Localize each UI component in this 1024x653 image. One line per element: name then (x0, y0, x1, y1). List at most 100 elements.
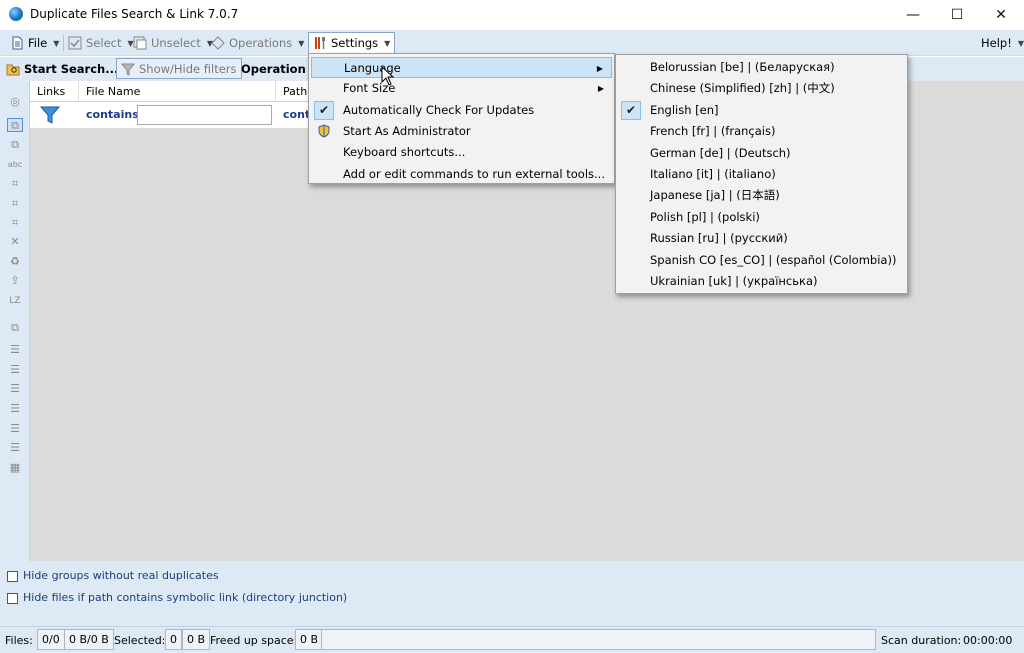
language-item-label: Italiano [it] | (italiano) (650, 167, 776, 181)
file-menu[interactable]: File ▼ (10, 34, 59, 52)
settings-item-label: Add or edit commands to run external too… (343, 166, 605, 181)
show-hide-filters-button[interactable]: Show/Hide filters (116, 58, 242, 79)
column-icon[interactable]: ☰ (7, 402, 23, 416)
settings-menu[interactable]: Settings ▼ (308, 32, 396, 54)
column-icon[interactable]: ☰ (7, 441, 23, 455)
operations-menu-label: Operations (229, 36, 293, 50)
file-icon (12, 36, 23, 50)
settings-item-automatically-check-for-updates[interactable]: ✔ Automatically Check For Updates (311, 100, 612, 121)
language-item-label: Russian [ru] | (русский) (650, 231, 788, 246)
chevron-down-icon: ▼ (53, 38, 60, 48)
freed-space-value: 0 B (295, 629, 324, 650)
column-icon[interactable]: ☰ (7, 382, 23, 396)
language-item-french[interactable]: French [fr] | (français) (618, 121, 905, 142)
hide-symlink-label[interactable]: Hide files if path contains symbolic lin… (23, 591, 347, 604)
language-item-spanish-co[interactable]: Spanish CO [es_CO] | (español (Colombia)… (618, 250, 905, 271)
submenu-arrow-icon: ▶ (597, 84, 604, 94)
settings-tools-icon (315, 37, 325, 49)
chevron-down-icon: ▼ (1017, 38, 1024, 48)
scan-duration-value: 00:00:00 (963, 634, 1013, 647)
column-header-links[interactable]: Links (30, 81, 79, 102)
freed-space-label: Freed up space: (210, 634, 298, 647)
hide-groups-checkbox[interactable] (7, 571, 18, 582)
copy-dropdown-icon[interactable]: ⧉ (7, 321, 23, 335)
mouse-cursor-icon (381, 66, 395, 86)
copy-icon[interactable]: ⧉ (7, 138, 23, 152)
globe-app-icon (9, 7, 23, 21)
language-item-polish[interactable]: Polish [pl] | (polski) (618, 207, 905, 228)
language-item-italiano[interactable]: Italiano [it] | (italiano) (618, 164, 905, 185)
language-item-english[interactable]: ✔ English [en] (618, 100, 905, 121)
language-item-chinese-simplified[interactable]: Chinese (Simplified) [zh] | (中文) (618, 78, 905, 99)
duplicate-group-icon[interactable]: ⧉ (7, 118, 23, 132)
settings-item-keyboard-shortcuts[interactable]: Keyboard shortcuts... (311, 142, 612, 163)
language-item-label: French [fr] | (français) (650, 124, 776, 139)
eye-icon[interactable]: ◎ (7, 95, 23, 109)
hide-symlink-checkbox[interactable] (7, 593, 18, 604)
path-filter-contains-label: cont (283, 108, 311, 121)
left-tool-strip: ◎ ⧉ ⧉ abc ⌗ ⌗ ⌗ ✕ ♻ ⇪ LZ ⧉ ☰ ☰ ☰ ☰ ☰ ☰ ▦ (0, 81, 30, 561)
minimize-button[interactable]: — (890, 0, 936, 30)
settings-item-add-or-edit-commands-to-run-external-tools[interactable]: Add or edit commands to run external too… (311, 164, 612, 185)
submenu-arrow-icon: ▶ (596, 64, 603, 73)
export-icon[interactable]: ⇪ (7, 274, 23, 288)
status-bar: Files: 0/0 0 B/0 B Selected: 0 0 B Freed… (0, 626, 1024, 653)
close-button[interactable]: ✕ (978, 0, 1024, 30)
language-item-russian[interactable]: Russian [ru] | (русский) (618, 228, 905, 249)
files-size: 0 B/0 B (64, 629, 114, 650)
language-submenu: Belorussian [be] | (Беларуская) Chinese (… (615, 54, 908, 294)
folder-search-icon (6, 64, 20, 76)
lz-label[interactable]: LZ (7, 294, 23, 308)
settings-item-label: Start As Administrator (343, 123, 471, 138)
menu-separator (63, 35, 64, 51)
unselect-icon (133, 36, 147, 50)
language-item-label: Spanish CO [es_CO] | (español (Colombia)… (650, 252, 897, 267)
language-item-belorussian[interactable]: Belorussian [be] | (Беларуская) (618, 57, 905, 78)
recycle-icon[interactable]: ♻ (7, 255, 23, 269)
settings-item-label: Keyboard shortcuts... (343, 145, 466, 160)
settings-item-language[interactable]: Language ▶ (311, 57, 612, 78)
check-icon: ✔ (314, 100, 334, 120)
column-icon[interactable]: ☰ (7, 422, 23, 436)
select-menu-label: Select (86, 36, 122, 50)
language-item-japanese[interactable]: Japanese [ja] | (日本語) (618, 185, 905, 206)
language-item-ukrainian[interactable]: Ukrainian [uk] | (українська) (618, 271, 905, 292)
column-header-file-name[interactable]: File Name (79, 81, 276, 102)
tree-icon[interactable]: ⌗ (7, 177, 23, 191)
maximize-button[interactable]: ☐ (934, 0, 980, 30)
delete-x-icon[interactable]: ✕ (7, 235, 23, 249)
window-title: Duplicate Files Search & Link 7.0.7 (30, 7, 239, 21)
language-item-label: Chinese (Simplified) [zh] | (中文) (650, 81, 835, 96)
grid-header: Links File Name Path (30, 81, 320, 102)
files-label: Files: (5, 634, 33, 647)
unselect-menu[interactable]: Unselect ▼ (133, 34, 213, 52)
selected-label: Selected: (114, 634, 166, 647)
file-name-filter-input[interactable] (137, 105, 272, 125)
operations-menu[interactable]: Operations ▼ (211, 34, 304, 52)
tree-icon[interactable]: ⌗ (7, 197, 23, 211)
settings-item-start-as-administrator[interactable]: Start As Administrator (311, 121, 612, 142)
start-search-button[interactable]: Start Search... (6, 60, 118, 78)
options-panel: Hide groups without real duplicates Hide… (0, 561, 1024, 626)
grid-icon[interactable]: ▦ (7, 461, 23, 475)
help-menu[interactable]: Help! ▼ (981, 34, 1024, 52)
status-spacer (321, 629, 876, 650)
language-item-german[interactable]: German [de] | (Deutsch) (618, 143, 905, 164)
chevron-down-icon: ▼ (384, 38, 391, 48)
column-icon[interactable]: ☰ (7, 343, 23, 357)
funnel-icon (40, 106, 60, 124)
help-menu-label: Help! (981, 36, 1012, 50)
abc-icon[interactable]: abc (7, 158, 23, 172)
operations-icon (211, 36, 225, 50)
settings-item-font-size[interactable]: Font Size ▶ (311, 78, 612, 99)
select-menu[interactable]: Select ▼ (68, 34, 134, 52)
filter-contains-label: contains (86, 108, 139, 121)
selected-size: 0 B (182, 629, 211, 650)
settings-item-label: Automatically Check For Updates (343, 102, 535, 117)
hide-groups-label[interactable]: Hide groups without real duplicates (23, 569, 219, 582)
column-icon[interactable]: ☰ (7, 363, 23, 377)
language-item-label: Japanese [ja] | (日本語) (650, 188, 780, 203)
show-hide-filters-label: Show/Hide filters (139, 61, 237, 76)
start-search-label: Start Search... (24, 62, 119, 76)
tree-icon[interactable]: ⌗ (7, 216, 23, 230)
